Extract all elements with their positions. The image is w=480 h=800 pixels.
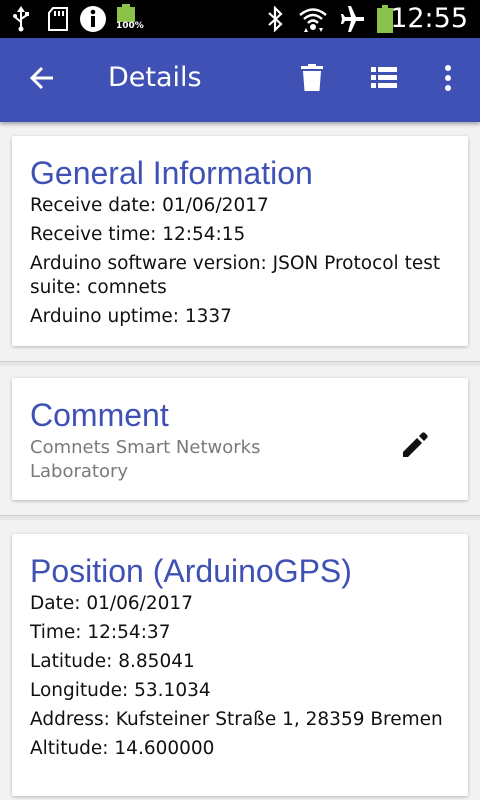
details-content[interactable]: General Information Receive date: 01/06/… — [0, 122, 480, 800]
comment-section: Comment Comnets Smart Networks Laborator… — [0, 366, 480, 516]
position-section: Position (ArduinoGPS) Date: 01/06/2017 T… — [0, 520, 480, 800]
battery-percent-label: 100% — [116, 21, 144, 31]
usb-icon — [6, 0, 36, 38]
receive-date: Receive date: 01/06/2017 — [30, 195, 269, 216]
back-button[interactable] — [18, 56, 66, 104]
info-icon — [78, 0, 108, 38]
arduino-uptime: Arduino uptime: 1337 — [30, 306, 232, 327]
overflow-menu-button[interactable] — [428, 56, 468, 104]
list-view-button[interactable] — [360, 56, 408, 104]
battery-small-icon — [112, 0, 140, 38]
position-address: Address: Kufsteiner Straße 1, 28359 Brem… — [30, 709, 443, 730]
app-bar: Details — [0, 38, 480, 122]
position-card: Position (ArduinoGPS) Date: 01/06/2017 T… — [12, 534, 468, 796]
position-longitude: Longitude: 53.1034 — [30, 680, 211, 701]
list-icon — [371, 67, 397, 93]
position-time: Time: 12:54:37 — [30, 622, 171, 643]
general-info-card: General Information Receive date: 01/06/… — [12, 136, 468, 346]
comment-card: Comment Comnets Smart Networks Laborator… — [12, 378, 468, 500]
comment-text: Comnets Smart Networks Laboratory — [30, 437, 261, 482]
status-bar: 100% 12:55 — [0, 0, 480, 38]
back-arrow-icon — [29, 65, 55, 95]
comment-title: Comment — [30, 397, 169, 433]
position-altitude: Altitude: 14.600000 — [30, 738, 215, 759]
position-latitude: Latitude: 8.85041 — [30, 651, 195, 672]
more-vert-icon — [444, 65, 452, 95]
sd-card-icon — [44, 0, 72, 38]
general-info-section: General Information Receive date: 01/06/… — [0, 122, 480, 362]
delete-icon — [301, 64, 323, 96]
airplane-icon — [336, 0, 370, 38]
position-date: Date: 01/06/2017 — [30, 593, 193, 614]
page-title: Details — [108, 62, 202, 93]
position-title: Position (ArduinoGPS) — [30, 553, 352, 589]
bluetooth-icon — [262, 0, 288, 38]
delete-button[interactable] — [288, 56, 336, 104]
receive-time: Receive time: 12:54:15 — [30, 224, 246, 245]
edit-pencil-icon — [400, 432, 430, 464]
general-info-title: General Information — [30, 155, 313, 191]
arduino-software-version: Arduino software version: JSON Protocol … — [30, 253, 441, 298]
wifi-icon — [296, 0, 330, 38]
status-clock: 12:55 — [390, 3, 468, 34]
edit-comment-button[interactable] — [400, 430, 430, 464]
